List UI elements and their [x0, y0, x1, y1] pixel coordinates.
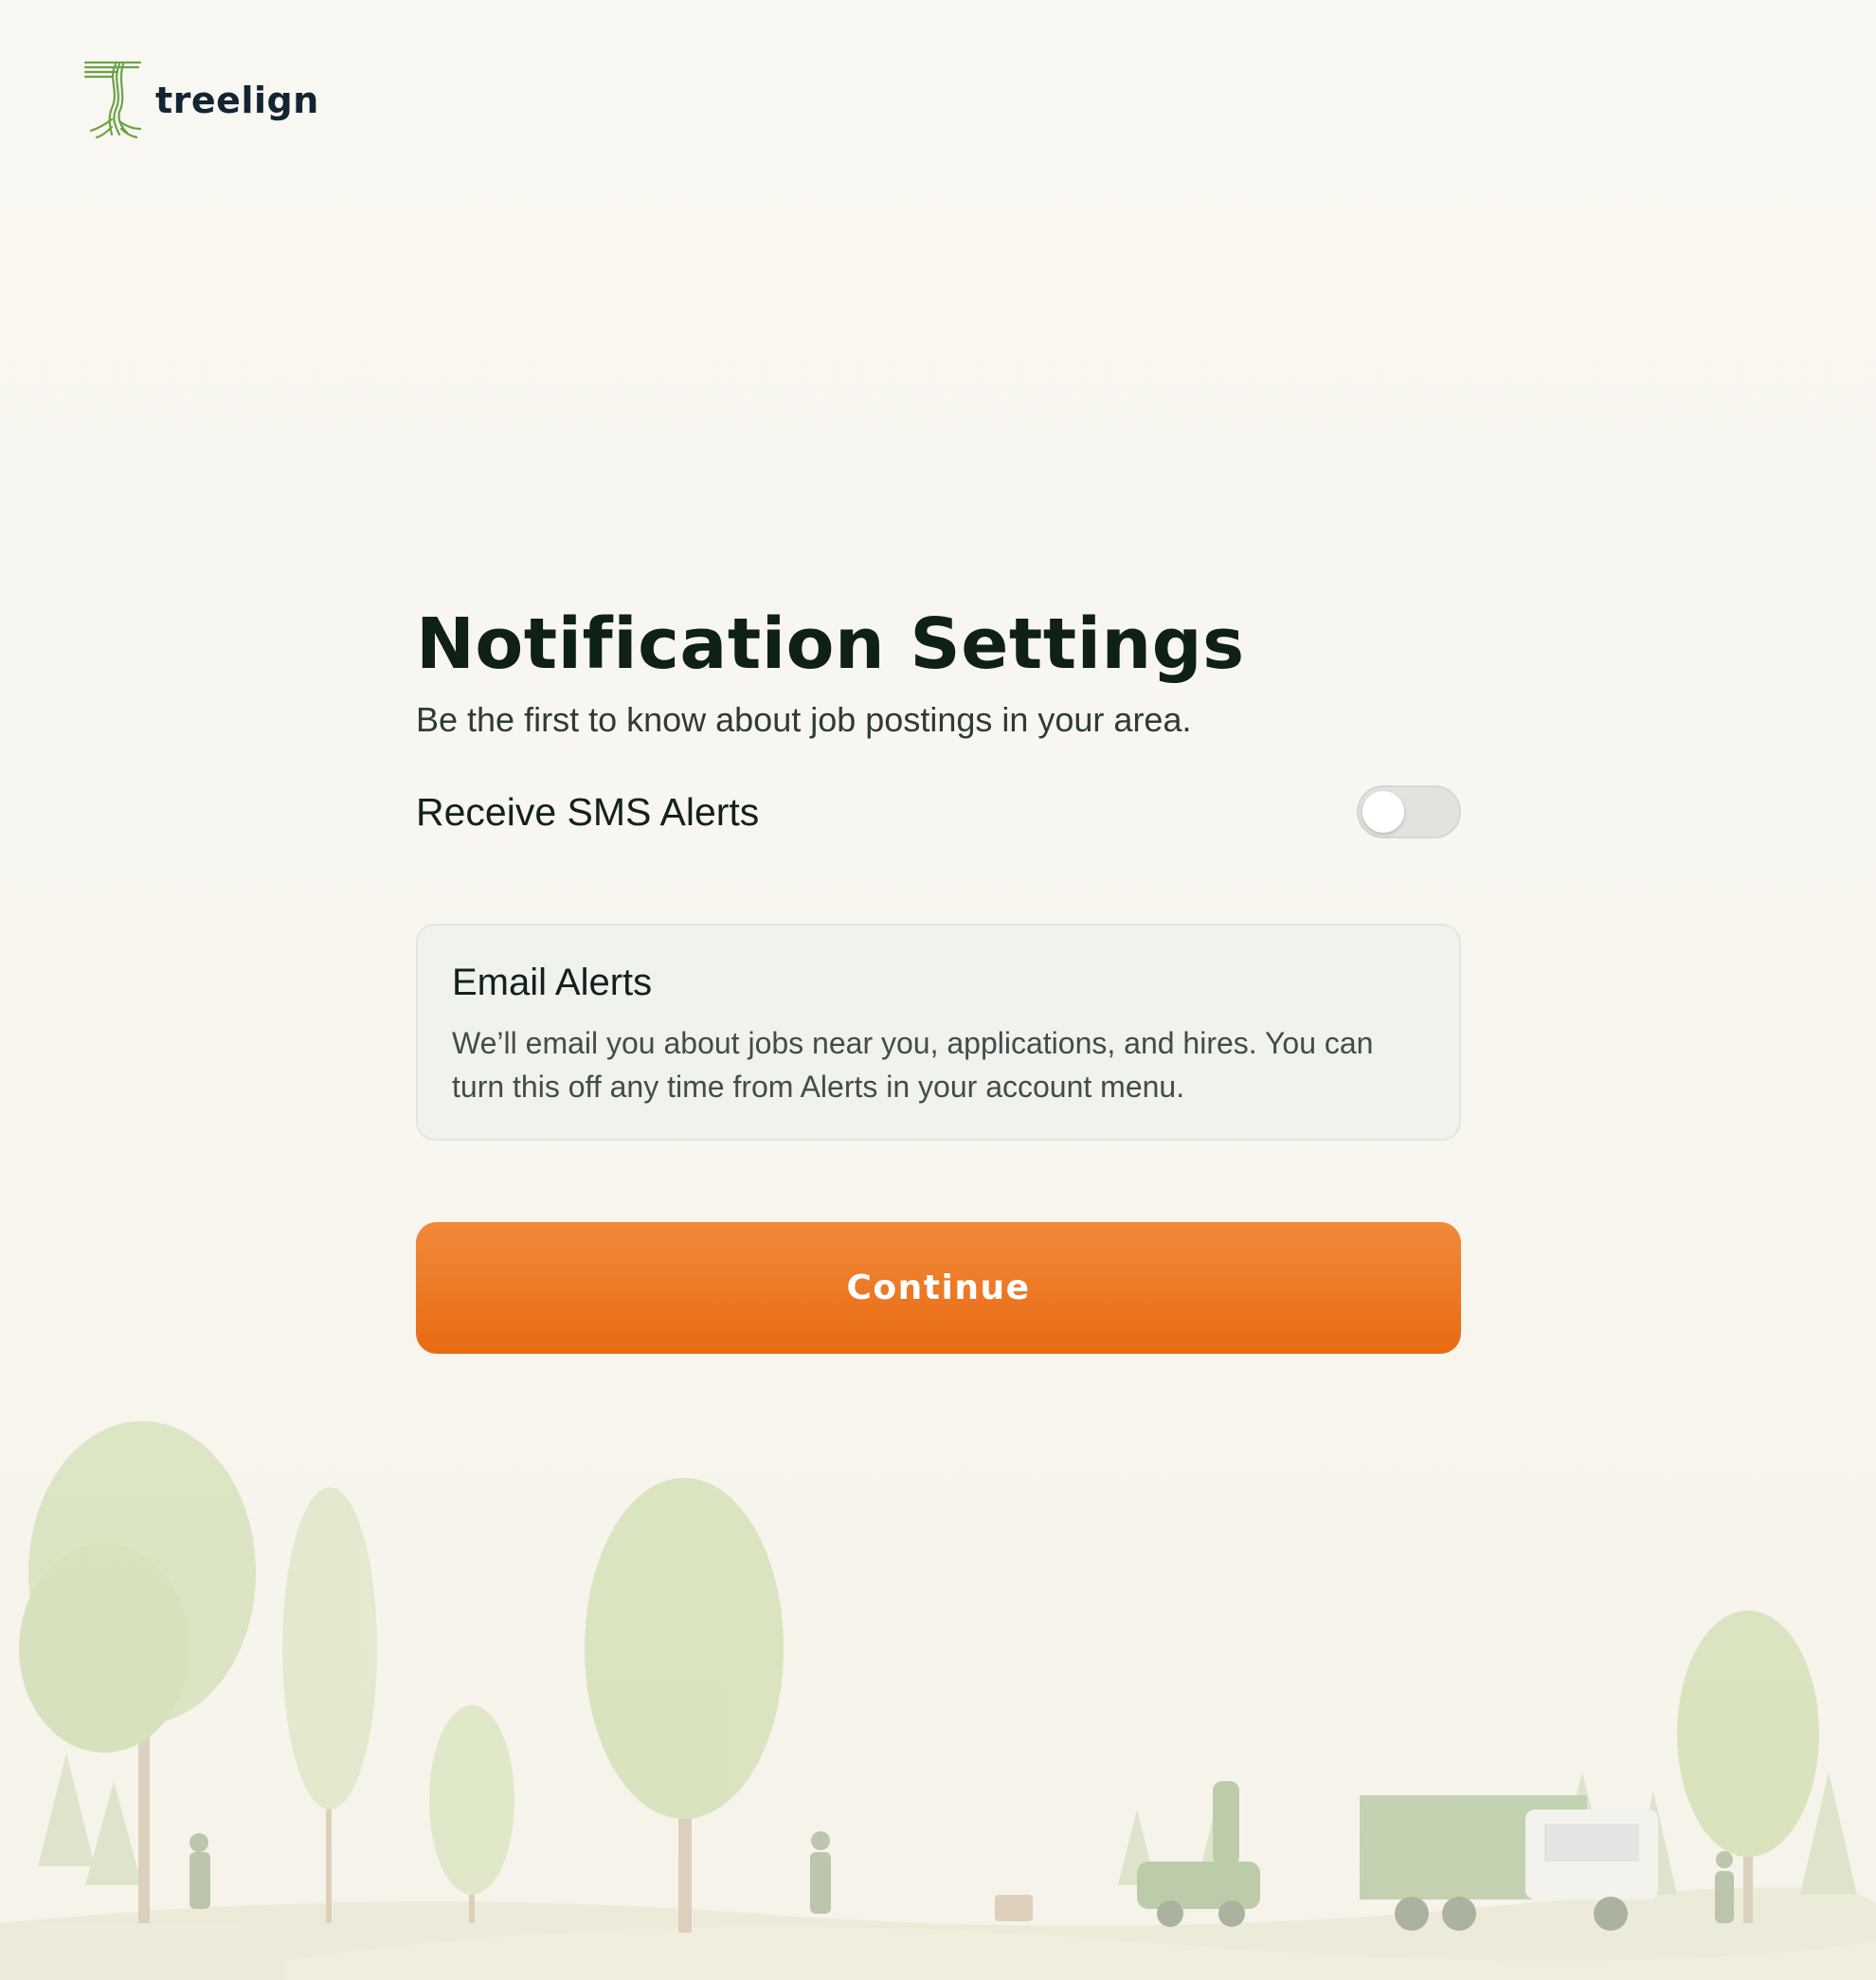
- email-alerts-description: We’ll email you about jobs near you, app…: [452, 1026, 1374, 1105]
- email-alerts-title: Email Alerts: [452, 962, 653, 1004]
- page-subtitle: Be the first to know about job postings …: [416, 700, 1192, 740]
- sms-alerts-label: Receive SMS Alerts: [416, 789, 760, 834]
- continue-button[interactable]: Continue: [416, 1222, 1461, 1355]
- email-alerts-card: Email Alerts We’ll email you about jobs …: [416, 924, 1461, 1142]
- page-title: Notification Settings: [416, 603, 1245, 685]
- forest-background-illustration: [0, 1421, 1876, 1980]
- settings-panel: Notification Settings Be the first to kn…: [416, 603, 1461, 1355]
- brand-name: treelign: [155, 80, 319, 121]
- sms-alerts-toggle[interactable]: [1357, 785, 1461, 839]
- toggle-knob: [1362, 791, 1404, 834]
- sms-alerts-row: Receive SMS Alerts: [416, 785, 1461, 839]
- treelign-logo-icon: [83, 61, 142, 138]
- notification-settings-page: treelign Notification Settings Be the fi…: [0, 0, 1876, 1980]
- brand-logo[interactable]: treelign: [83, 59, 319, 138]
